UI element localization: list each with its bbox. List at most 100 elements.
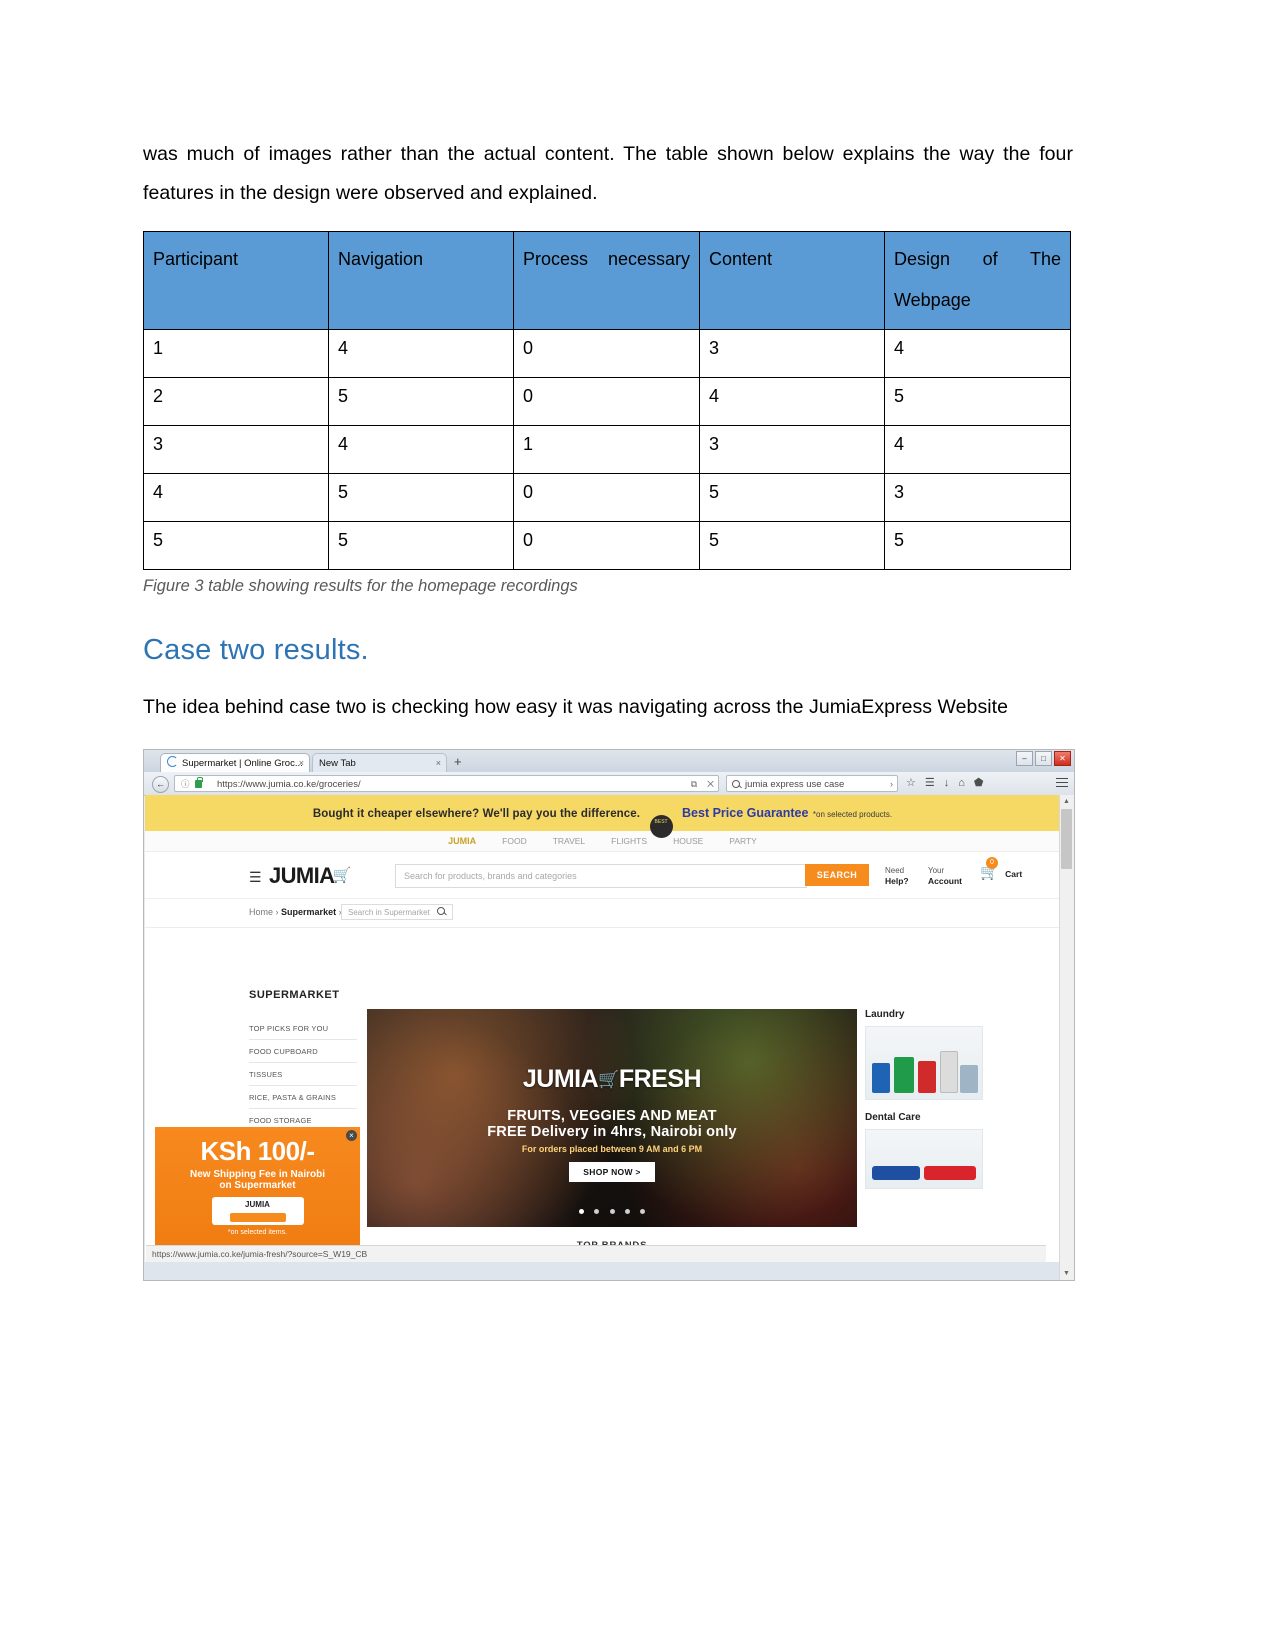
tab-close-icon[interactable]: ×: [436, 754, 441, 773]
supermarket-search-placeholder: Search in Supermarket: [348, 907, 430, 917]
breadcrumb-home[interactable]: Home: [249, 907, 273, 917]
cart-button[interactable]: 🛒 0 Cart: [980, 856, 1022, 882]
minimize-button[interactable]: –: [1016, 750, 1033, 766]
breadcrumb-separator: ›: [275, 906, 279, 917]
column-header-process-necessary: Process necessary: [513, 231, 700, 330]
intro-paragraph: was much of images rather than the actua…: [143, 143, 1073, 204]
dental-care-products-image[interactable]: [865, 1128, 983, 1189]
cell-navigation: 4: [328, 329, 514, 378]
sidebar-item-tissues[interactable]: TISSUES: [249, 1063, 357, 1086]
close-icon[interactable]: ×: [346, 1129, 357, 1141]
site-menu-icon[interactable]: ☰: [249, 869, 262, 886]
cell-content: 5: [699, 521, 885, 570]
top-nav-food[interactable]: FOOD: [502, 836, 527, 846]
reader-mode-icon[interactable]: ⧉: [691, 779, 697, 789]
stop-icon[interactable]: ✕: [707, 779, 714, 789]
column-header-participant: Participant: [143, 231, 329, 330]
jumia-logo[interactable]: JUMIA🛒: [269, 863, 351, 889]
cell-design: 5: [884, 521, 1071, 570]
column-header-content: Content: [699, 231, 885, 330]
library-icon[interactable]: ☰: [925, 775, 935, 792]
shop-now-button[interactable]: SHOP NOW >: [569, 1161, 655, 1182]
washing-machine: [960, 1064, 978, 1093]
carousel-dot[interactable]: [578, 1208, 584, 1214]
hero-line3: For orders placed between 9 AM and 6 PM: [521, 1143, 703, 1154]
sidebar-item-rice-pasta-grains[interactable]: RICE, PASTA & GRAINS: [249, 1086, 357, 1109]
carousel-dot[interactable]: [594, 1208, 600, 1214]
breadcrumb-current: Supermarket: [281, 906, 337, 917]
table-header: Participant Navigation Process necessary…: [143, 231, 1071, 330]
back-arrow-icon[interactable]: ←: [152, 775, 169, 793]
cell-navigation: 5: [328, 521, 514, 570]
new-tab-plus-icon[interactable]: +: [454, 754, 462, 770]
scroll-down-icon[interactable]: ▼: [1061, 1268, 1072, 1279]
cell-process: 0: [513, 473, 700, 522]
your-account-link[interactable]: Your Account: [928, 865, 962, 887]
scroll-up-icon[interactable]: ▲: [1061, 796, 1072, 807]
cell-content: 3: [699, 425, 885, 474]
site-search-input[interactable]: Search for products, brands and categori…: [395, 863, 807, 888]
tab-supermarket[interactable]: Supermarket | Online Groc... ×: [160, 752, 310, 773]
carousel-dot[interactable]: [624, 1208, 630, 1214]
results-table: Participant Navigation Process necessary…: [143, 231, 1071, 570]
lock-icon: [195, 776, 203, 788]
top-nav-house[interactable]: HOUSE: [673, 836, 703, 846]
hero-line2: FREE Delivery in 4hrs, Nairobi only: [487, 1123, 737, 1140]
truck-body: [229, 1212, 286, 1222]
maximize-button[interactable]: □: [1035, 750, 1052, 766]
need-help-link[interactable]: Need Help?: [885, 865, 909, 887]
detergent-box-omo: [872, 1062, 890, 1093]
promo-text: Bought it cheaper elsewhere? We'll pay y…: [312, 807, 641, 820]
close-window-button[interactable]: ✕: [1054, 750, 1071, 766]
toothpaste-closeup: [924, 1165, 976, 1180]
jumia-fresh-hero-banner[interactable]: JUMIA🛒FRESH FRUITS, VEGGIES AND MEAT FRE…: [367, 1008, 857, 1227]
search-go-icon[interactable]: ›: [890, 776, 893, 791]
cart-icon: 🛒 0: [980, 856, 999, 881]
top-nav-flights[interactable]: FLIGHTS: [611, 836, 647, 846]
carousel-dot[interactable]: [609, 1208, 615, 1214]
figure-caption: Figure 3 table showing results for the h…: [143, 577, 578, 595]
account-line2: Account: [928, 875, 962, 886]
top-nav-party[interactable]: PARTY: [729, 836, 757, 846]
browser-menu-icon[interactable]: [1056, 777, 1068, 788]
site-header: ☰ JUMIA🛒 Search for products, brands and…: [145, 851, 1060, 899]
promo-line2: New Shipping Fee in Nairobi: [189, 1168, 325, 1180]
home-icon[interactable]: ⌂: [958, 775, 965, 792]
page-info-icon[interactable]: ⓘ: [181, 776, 190, 791]
browser-screenshot-figure: Supermarket | Online Groc... × New Tab ×…: [143, 748, 1075, 1281]
site-search-button[interactable]: SEARCH: [805, 863, 869, 886]
column-header-design-of-webpage: Design of The Webpage: [884, 231, 1071, 330]
window-controls: – □ ✕: [1016, 750, 1071, 766]
downloads-icon[interactable]: ↓: [944, 775, 950, 792]
sidebar-item-top-picks[interactable]: TOP PICKS FOR YOU: [249, 1017, 357, 1040]
page-viewport: Bought it cheaper elsewhere? We'll pay y…: [145, 794, 1060, 1262]
shield-icon[interactable]: ⬟: [974, 775, 984, 792]
scrollbar-thumb[interactable]: [1061, 808, 1072, 869]
supermarket-search-icon[interactable]: [437, 906, 445, 915]
table-row: 4 5 0 5 3: [143, 473, 1071, 522]
detergent-bottle-white: [940, 1050, 958, 1093]
tab-close-icon[interactable]: ×: [299, 754, 304, 773]
top-nav-jumia[interactable]: JUMIA: [448, 836, 476, 846]
sidebar-item-food-cupboard[interactable]: FOOD CUPBOARD: [249, 1040, 357, 1063]
vertical-scrollbar[interactable]: ▲ ▼: [1059, 794, 1074, 1280]
address-bar[interactable]: ⓘ https://www.jumia.co.ke/groceries/ ⧉ ✕: [174, 774, 719, 792]
detergent-box-green: [894, 1056, 914, 1093]
best-price-badge-icon: BEST: [649, 814, 673, 838]
laundry-products-image[interactable]: [865, 1025, 983, 1100]
table-row: 5 5 0 5 5: [143, 521, 1071, 570]
promo-amount: KSh 100/-: [200, 1135, 316, 1166]
carousel-dot[interactable]: [640, 1208, 646, 1214]
tab-new-tab[interactable]: New Tab ×: [312, 752, 447, 773]
toolbar-icons: ☆ ☰ ↓ ⌂ ⬟: [906, 775, 983, 792]
carousel-dots[interactable]: [367, 1201, 857, 1219]
need-help-line1: Need: [885, 865, 905, 875]
cell-content: 3: [699, 329, 885, 378]
top-nav-travel[interactable]: TRAVEL: [553, 836, 585, 846]
bookmark-star-icon[interactable]: ☆: [906, 775, 916, 792]
shipping-fee-promo-card[interactable]: × KSh 100/- New Shipping Fee in Nairobi …: [155, 1126, 360, 1257]
browser-search-bar[interactable]: jumia express use case ›: [726, 774, 898, 792]
hero-line1: FRUITS, VEGGIES AND MEAT: [507, 1107, 717, 1124]
cart-count-badge: 0: [986, 856, 998, 869]
promo-note: *on selected products.: [812, 809, 893, 819]
